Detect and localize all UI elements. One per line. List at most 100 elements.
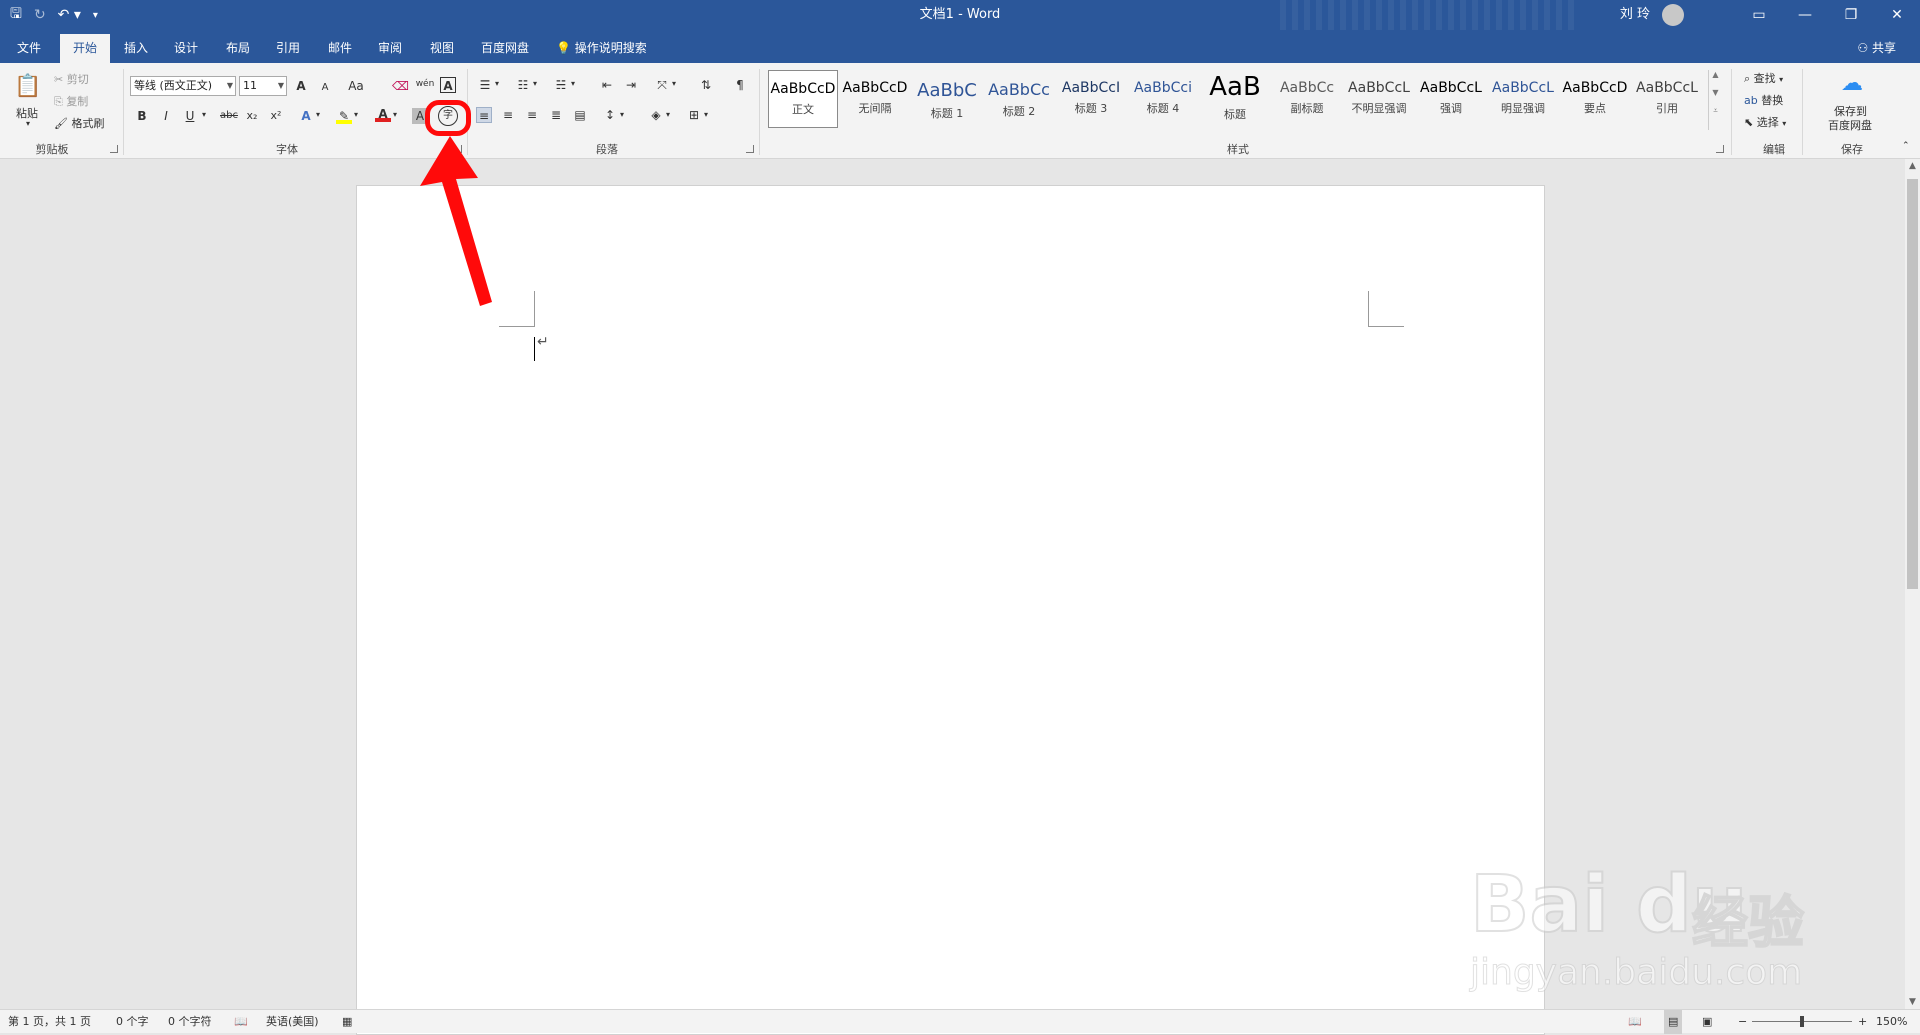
bold-icon[interactable]: B bbox=[134, 108, 150, 124]
multilevel-list-icon[interactable]: ☵ bbox=[553, 77, 569, 93]
document-page[interactable]: ↵ bbox=[356, 185, 1545, 1035]
chevron-down-icon[interactable]: ▾ bbox=[393, 110, 397, 119]
show-marks-icon[interactable]: ¶ bbox=[732, 77, 748, 93]
borders-icon[interactable]: ⊞ bbox=[686, 107, 702, 123]
chevron-down-icon[interactable]: ▾ bbox=[672, 79, 676, 88]
style-item[interactable]: AaBbCcL 明显强调 bbox=[1488, 70, 1558, 128]
tab-baidu-netdisk[interactable]: 百度网盘 bbox=[470, 34, 540, 63]
grow-font-icon[interactable]: A bbox=[293, 78, 309, 94]
save-to-label-2[interactable]: 百度网盘 bbox=[1828, 117, 1872, 133]
character-border-icon[interactable]: A bbox=[440, 77, 456, 93]
cut-button[interactable]: ✂ 剪切 bbox=[54, 71, 89, 87]
gallery-more-icon[interactable]: ⩡ bbox=[1709, 106, 1722, 116]
macro-icon[interactable]: ▦ bbox=[342, 1010, 352, 1034]
chevron-down-icon[interactable]: ▾ bbox=[354, 110, 358, 119]
restore-icon[interactable]: ❐ bbox=[1828, 0, 1874, 30]
proofing-icon[interactable]: 📖 bbox=[234, 1010, 248, 1034]
replace-button[interactable]: ab 替换 bbox=[1744, 92, 1783, 108]
scroll-up-icon[interactable]: ▲ bbox=[1905, 161, 1920, 171]
scroll-down-icon[interactable]: ▼ bbox=[1905, 997, 1920, 1007]
paste-icon[interactable]: 📋 bbox=[14, 73, 42, 101]
zoom-slider-thumb[interactable] bbox=[1800, 1016, 1804, 1027]
paste-dropdown-icon[interactable]: ▾ bbox=[26, 119, 30, 128]
minimize-icon[interactable]: — bbox=[1782, 0, 1828, 30]
chevron-down-icon[interactable]: ▾ bbox=[571, 79, 575, 88]
font-size-combo[interactable]: 11 ▼ bbox=[239, 76, 287, 96]
style-item[interactable]: AaBbCc 标题 2 bbox=[984, 70, 1054, 128]
distributed-icon[interactable]: ▤ bbox=[572, 107, 588, 123]
tab-file[interactable]: 文件 bbox=[8, 34, 50, 63]
page-count[interactable]: 第 1 页，共 1 页 bbox=[8, 1010, 91, 1034]
subscript-icon[interactable]: x₂ bbox=[244, 108, 260, 124]
clear-formatting-icon[interactable]: ⌫ bbox=[392, 78, 409, 94]
tab-mailings[interactable]: 邮件 bbox=[318, 34, 362, 63]
style-item[interactable]: AaBbC 标题 1 bbox=[912, 70, 982, 128]
phonetic-guide-icon[interactable]: wén bbox=[414, 76, 436, 92]
style-item[interactable]: AaBbCcI 标题 3 bbox=[1056, 70, 1126, 128]
underline-icon[interactable]: U bbox=[182, 108, 198, 124]
align-right-icon[interactable]: ≡ bbox=[524, 107, 540, 123]
font-color-icon[interactable]: A bbox=[375, 106, 391, 122]
style-item[interactable]: AaBbCcD 要点 bbox=[1560, 70, 1630, 128]
style-item[interactable]: AaBbCci 标题 4 bbox=[1128, 70, 1198, 128]
vertical-scrollbar[interactable]: ▲ ▼ bbox=[1905, 159, 1920, 1009]
zoom-out-icon[interactable]: − bbox=[1738, 1010, 1747, 1034]
chevron-down-icon[interactable]: ▾ bbox=[202, 110, 206, 119]
select-button[interactable]: ⬉ 选择 ▾ bbox=[1744, 114, 1786, 130]
italic-icon[interactable]: I bbox=[158, 108, 174, 124]
gallery-up-icon[interactable]: ▲ bbox=[1709, 70, 1722, 79]
styles-launcher-icon[interactable] bbox=[1716, 145, 1724, 153]
chevron-down-icon[interactable]: ▾ bbox=[316, 110, 320, 119]
highlight-icon[interactable]: ✎ bbox=[336, 108, 352, 124]
style-item[interactable]: AaBbCc 副标题 bbox=[1272, 70, 1342, 128]
ribbon-display-icon[interactable]: ▭ bbox=[1736, 0, 1782, 30]
zoom-level[interactable]: 150% bbox=[1876, 1010, 1907, 1034]
format-painter-button[interactable]: 🖌 格式刷 bbox=[54, 115, 104, 131]
collapse-ribbon-icon[interactable]: ⌃ bbox=[1902, 141, 1910, 151]
chevron-down-icon[interactable]: ▾ bbox=[620, 110, 624, 119]
share-button[interactable]: ⚇ 共享 bbox=[1857, 34, 1896, 62]
style-item[interactable]: AaBbCcL 引用 bbox=[1632, 70, 1702, 128]
word-count[interactable]: 0 个字 bbox=[116, 1010, 149, 1034]
user-name[interactable]: 刘 玲 bbox=[1620, 0, 1650, 30]
web-layout-icon[interactable]: ▣ bbox=[1702, 1010, 1712, 1034]
style-item[interactable]: AaBbCcL 不明显强调 bbox=[1344, 70, 1414, 128]
char-count[interactable]: 0 个字符 bbox=[168, 1010, 212, 1034]
avatar[interactable] bbox=[1662, 4, 1684, 26]
shrink-font-icon[interactable]: A bbox=[317, 80, 333, 96]
copy-button[interactable]: ⎘ 复制 bbox=[54, 93, 88, 109]
language-label[interactable]: 英语(美国) bbox=[266, 1010, 319, 1034]
line-spacing-icon[interactable]: ↕ bbox=[602, 107, 618, 123]
tab-home[interactable]: 开始 bbox=[60, 34, 110, 63]
tab-references[interactable]: 引用 bbox=[266, 34, 310, 63]
superscript-icon[interactable]: x² bbox=[268, 108, 284, 124]
tell-me-search[interactable]: 💡 操作说明搜索 bbox=[556, 34, 647, 62]
tab-design[interactable]: 设计 bbox=[164, 34, 208, 63]
clipboard-launcher-icon[interactable] bbox=[110, 145, 118, 153]
gallery-down-icon[interactable]: ▼ bbox=[1709, 88, 1722, 97]
chevron-down-icon[interactable]: ▾ bbox=[666, 110, 670, 119]
decrease-indent-icon[interactable]: ⇤ bbox=[599, 77, 615, 93]
baidu-netdisk-icon[interactable]: ☁ bbox=[1838, 71, 1866, 97]
tab-insert[interactable]: 插入 bbox=[114, 34, 158, 63]
read-mode-icon[interactable]: 📖 bbox=[1628, 1010, 1642, 1034]
close-icon[interactable]: ✕ bbox=[1874, 0, 1920, 30]
sort-icon[interactable]: ⇅ bbox=[698, 77, 714, 93]
tab-layout[interactable]: 布局 bbox=[216, 34, 260, 63]
tab-view[interactable]: 视图 bbox=[420, 34, 464, 63]
increase-indent-icon[interactable]: ⇥ bbox=[623, 77, 639, 93]
chinese-layout-icon[interactable]: ⤧ bbox=[654, 77, 670, 93]
align-center-icon[interactable]: ≡ bbox=[500, 107, 516, 123]
chevron-down-icon[interactable]: ▾ bbox=[533, 79, 537, 88]
shading-icon[interactable]: ◈ bbox=[648, 107, 664, 123]
justify-icon[interactable]: ≣ bbox=[548, 107, 564, 123]
scrollbar-thumb[interactable] bbox=[1907, 179, 1918, 589]
style-item[interactable]: AaBbCcD 正文 bbox=[768, 70, 838, 128]
tab-review[interactable]: 审阅 bbox=[368, 34, 412, 63]
chevron-down-icon[interactable]: ▾ bbox=[704, 110, 708, 119]
strikethrough-icon[interactable]: abc bbox=[218, 108, 240, 124]
bullets-icon[interactable]: ☰ bbox=[477, 77, 493, 93]
style-item[interactable]: AaB 标题 bbox=[1200, 70, 1270, 128]
numbering-icon[interactable]: ☷ bbox=[515, 77, 531, 93]
align-left-icon[interactable]: ≡ bbox=[476, 107, 492, 123]
